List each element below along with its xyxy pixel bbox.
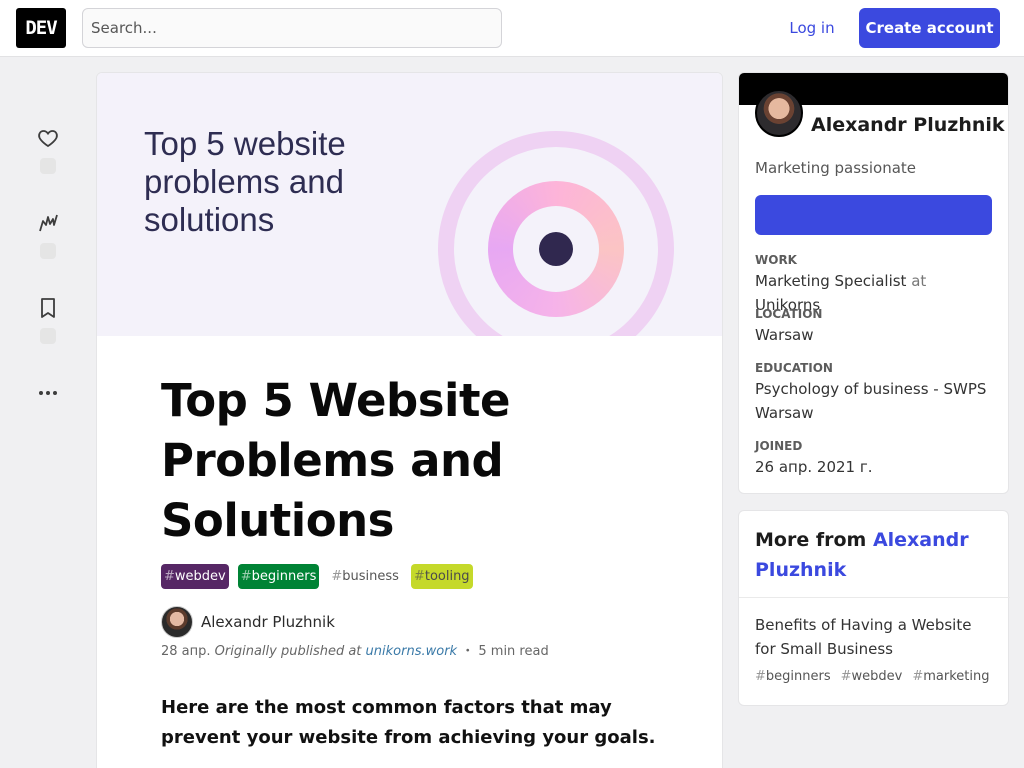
more-icon[interactable] <box>36 381 60 405</box>
profile-name-link[interactable]: Alexandr Pluzhnik <box>811 114 1005 136</box>
read-time: 5 min read <box>478 644 549 659</box>
more-post-tags: #beginners #webdev #marketing <box>755 669 990 684</box>
tag-business[interactable]: #business <box>328 564 402 589</box>
cover-title: Top 5 website problems and solutions <box>144 125 346 238</box>
meta-separator: ・ <box>461 644 475 659</box>
bookmark-count-placeholder <box>40 328 56 344</box>
unicorn-icon[interactable] <box>36 211 60 235</box>
author-profile-card: Alexandr Pluzhnik Marketing passionate W… <box>738 72 1009 494</box>
unicorn-count-placeholder <box>40 243 56 259</box>
reaction-unicorn[interactable] <box>28 211 68 259</box>
cover-target-dot <box>539 232 573 266</box>
heart-icon[interactable] <box>36 126 60 150</box>
create-account-button[interactable]: Create account <box>859 8 1000 48</box>
source-link[interactable]: unikorns.work <box>366 644 458 659</box>
cover-image: Top 5 website problems and solutions <box>97 73 722 336</box>
profile-location: LOCATION Warsaw <box>755 307 823 344</box>
tag-tooling[interactable]: #tooling <box>410 564 473 589</box>
article-title: Top 5 Website Problems and Solutions <box>161 374 511 547</box>
more-tag-beginners[interactable]: #beginners <box>755 669 831 684</box>
profile-summary: Marketing passionate <box>755 159 917 177</box>
bookmark-icon[interactable] <box>36 296 60 320</box>
more-post-link[interactable]: Benefits of Having a Website for Small B… <box>755 613 995 661</box>
search-input[interactable] <box>82 8 502 48</box>
publish-date: 28 апр. <box>161 644 211 659</box>
top-header: DEV Log in Create account <box>0 0 1024 57</box>
login-link[interactable]: Log in <box>774 8 850 48</box>
heart-count-placeholder <box>40 158 56 174</box>
more-tag-webdev[interactable]: #webdev <box>841 669 903 684</box>
author-name-link[interactable]: Alexandr Pluzhnik <box>201 613 335 631</box>
reaction-bookmark[interactable] <box>28 296 68 344</box>
avatar[interactable] <box>161 606 193 638</box>
article-lead: Here are the most common factors that ma… <box>161 697 656 748</box>
tag-webdev[interactable]: #webdev <box>161 564 229 589</box>
dev-logo[interactable]: DEV <box>16 8 66 48</box>
article-card: Top 5 website problems and solutions Top… <box>96 72 723 768</box>
more-options-button[interactable] <box>28 381 68 405</box>
reaction-heart[interactable] <box>28 126 68 174</box>
more-from-author-card: More from Alexandr Pluzhnik Benefits of … <box>738 510 1010 706</box>
author-row: Alexandr Pluzhnik <box>161 606 335 638</box>
profile-avatar[interactable] <box>755 89 803 137</box>
originally-published-label: Originally published at <box>214 644 362 659</box>
follow-button[interactable] <box>755 195 992 235</box>
profile-education: EDUCATION Psychology of business - SWPS … <box>755 361 987 422</box>
profile-joined: JOINED 26 апр. 2021 г. <box>755 439 873 476</box>
more-tag-marketing[interactable]: #marketing <box>912 669 989 684</box>
article-meta: 28 апр. Originally published at unikorns… <box>161 640 549 659</box>
more-from-heading: More from Alexandr Pluzhnik <box>739 511 1010 598</box>
tag-beginners[interactable]: #beginners <box>237 564 320 589</box>
tag-list: #webdev #beginners #business #tooling <box>161 564 473 589</box>
